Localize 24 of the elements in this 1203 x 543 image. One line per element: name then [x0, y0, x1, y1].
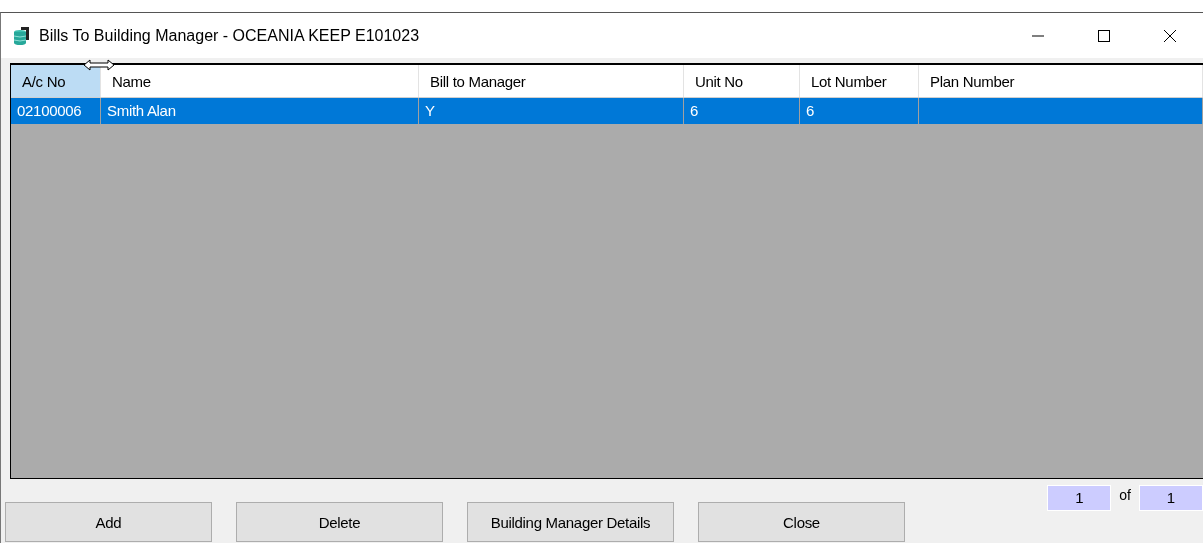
- table-cell: 6: [690, 102, 699, 119]
- page-total-field: 1: [1139, 485, 1203, 511]
- action-button[interactable]: Building Manager Details: [467, 502, 674, 542]
- maximize-icon: [1097, 28, 1111, 43]
- minimize-icon: [1031, 34, 1045, 37]
- page-number-field[interactable]: 1: [1047, 485, 1112, 511]
- column-header[interactable]: Unit No: [684, 65, 800, 97]
- action-button[interactable]: Close: [698, 502, 905, 542]
- action-button[interactable]: Add: [5, 502, 212, 542]
- close-icon: [1163, 28, 1177, 43]
- table-cell: Smith Alan: [107, 102, 176, 119]
- table-cell: Y: [425, 102, 435, 119]
- table-cell: 02100006: [17, 102, 82, 119]
- column-header[interactable]: Plan Number: [919, 65, 1203, 97]
- app-icon: [13, 25, 31, 46]
- column-header[interactable]: Lot Number: [800, 65, 919, 97]
- table-cell: 6: [806, 102, 815, 119]
- window-title: Bills To Building Manager - OCEANIA KEEP E101023: [39, 26, 420, 45]
- column-header[interactable]: Name: [101, 65, 419, 97]
- column-header[interactable]: Bill to Manager: [419, 65, 684, 97]
- table-row[interactable]: 02100006 Smith Alan Y 6 6: [11, 98, 1203, 124]
- column-header[interactable]: A/c No: [11, 65, 101, 97]
- pager-label: of: [1119, 486, 1131, 503]
- action-button[interactable]: Delete: [236, 502, 443, 542]
